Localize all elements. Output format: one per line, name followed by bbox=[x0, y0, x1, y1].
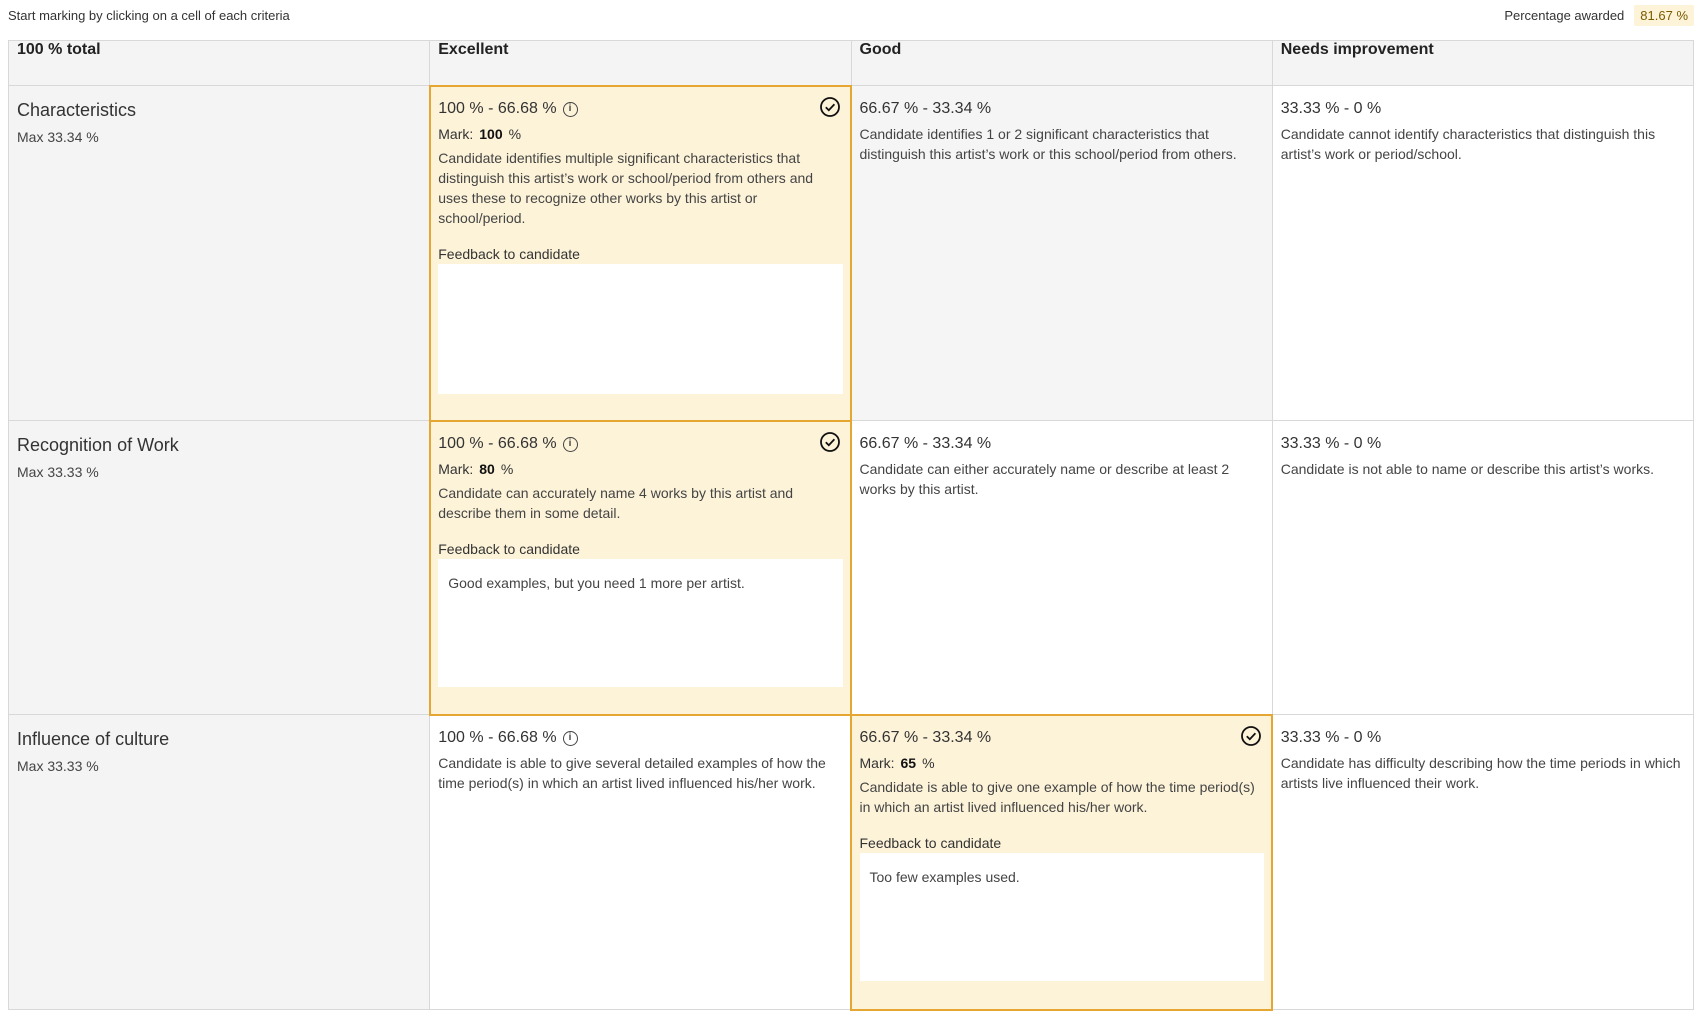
level-range: 66.67 % - 33.34 % bbox=[860, 435, 1264, 453]
level-description: Candidate identifies 1 or 2 significant … bbox=[859, 126, 1237, 162]
level-description: Candidate is not able to name or describ… bbox=[1280, 461, 1655, 477]
level-range-text: 33.33 % - 0 % bbox=[1280, 435, 1382, 452]
level-cell-good[interactable]: 66.67 % - 33.34 % Candidate can either a… bbox=[850, 420, 1273, 715]
mark-label: Mark: bbox=[438, 461, 474, 477]
mark-unit: % bbox=[500, 461, 514, 477]
header-total: 100 % total bbox=[7, 40, 431, 86]
level-range: 33.33 % - 0 % bbox=[1281, 435, 1685, 453]
check-circle-icon bbox=[819, 97, 840, 117]
feedback-label: Feedback to candidate bbox=[859, 835, 1002, 851]
level-cell-needs-improvement[interactable]: 33.33 % - 0 % Candidate cannot identify … bbox=[1271, 85, 1695, 421]
level-range: 66.67 % - 33.34 % bbox=[860, 100, 1264, 118]
criterion-row-characteristics: Characteristics Max 33.34 % 100 % - 66.6… bbox=[7, 84, 1695, 422]
level-range: 33.33 % - 0 % bbox=[1281, 729, 1685, 747]
feedback-textarea[interactable]: Too few examples used. bbox=[859, 853, 1264, 981]
level-range-text: 100 % - 66.68 % bbox=[438, 100, 557, 117]
mark-input[interactable]: 100 bbox=[479, 126, 502, 142]
level-description: Candidate identifies multiple significan… bbox=[438, 150, 814, 226]
criterion-cell: Recognition of Work Max 33.33 % bbox=[7, 420, 431, 715]
level-range-text: 33.33 % - 0 % bbox=[1280, 100, 1382, 117]
criterion-row-influence-of-culture: Influence of culture Max 33.33 % 100 % -… bbox=[7, 713, 1695, 1011]
level-range-text: 66.67 % - 33.34 % bbox=[859, 729, 992, 746]
criterion-name: Characteristics bbox=[17, 100, 137, 120]
level-description: Candidate cannot identify characteristic… bbox=[1280, 126, 1656, 162]
check-circle-icon bbox=[819, 432, 840, 452]
level-cell-excellent[interactable]: 100 % - 66.68 % i Mark: 80% Candidate can … bbox=[428, 419, 853, 716]
level-range-text: 66.67 % - 33.34 % bbox=[859, 435, 992, 452]
level-range: 33.33 % - 0 % bbox=[1281, 100, 1685, 118]
criterion-max: Max 33.33 % bbox=[17, 758, 99, 774]
level-range: 100 % - 66.68 % i bbox=[438, 729, 842, 747]
level-cell-good[interactable]: 66.67 % - 33.34 % Candidate identifies 1… bbox=[850, 85, 1273, 421]
level-description: Candidate is able to give one example of… bbox=[859, 779, 1255, 815]
rubric-table: 100 % total Excellent Good Needs improve… bbox=[7, 40, 1695, 1011]
criterion-name: Recognition of Work bbox=[17, 435, 179, 455]
feedback-label: Feedback to candidate bbox=[438, 541, 580, 557]
mark-line: Mark: 100% bbox=[438, 126, 842, 142]
header-good: Good bbox=[850, 40, 1273, 86]
level-range: 100 % - 66.68 % i bbox=[438, 100, 842, 118]
level-cell-needs-improvement[interactable]: 33.33 % - 0 % Candidate is not able to n… bbox=[1271, 420, 1695, 715]
level-description: Candidate is able to give several detail… bbox=[438, 755, 826, 791]
percentage-awarded-value: 81.67 % bbox=[1634, 5, 1694, 26]
level-cell-good[interactable]: 66.67 % - 33.34 % Mark: 65% Candidate is … bbox=[849, 713, 1274, 1011]
percentage-awarded: Percentage awarded 81.67 % bbox=[1504, 5, 1694, 26]
criterion-max: Max 33.34 % bbox=[17, 129, 99, 145]
rubric-toolbar: Start marking by clicking on a cell of e… bbox=[8, 0, 1694, 30]
level-range-text: 66.67 % - 33.34 % bbox=[859, 100, 992, 117]
rubric-header-row: 100 % total Excellent Good Needs improve… bbox=[7, 40, 1695, 86]
feedback-label: Feedback to candidate bbox=[438, 246, 580, 262]
criterion-cell: Influence of culture Max 33.33 % bbox=[7, 714, 431, 1010]
info-icon[interactable]: i bbox=[562, 730, 578, 746]
criterion-name: Influence of culture bbox=[17, 729, 170, 749]
level-range-text: 100 % - 66.68 % bbox=[438, 435, 557, 452]
level-range: 66.67 % - 33.34 % bbox=[860, 729, 1264, 747]
info-icon[interactable]: i bbox=[562, 436, 578, 452]
header-needs-improvement: Needs improvement bbox=[1271, 40, 1695, 86]
criterion-max: Max 33.33 % bbox=[17, 464, 99, 480]
mark-input[interactable]: 65 bbox=[901, 755, 917, 771]
level-description: Candidate has difficulty describing how … bbox=[1280, 755, 1681, 791]
mark-label: Mark: bbox=[438, 126, 474, 142]
level-description: Candidate can either accurately name or … bbox=[859, 461, 1230, 497]
check-circle-icon bbox=[1240, 726, 1261, 746]
percentage-awarded-label: Percentage awarded bbox=[1504, 8, 1625, 23]
mark-label: Mark: bbox=[859, 755, 895, 771]
header-excellent: Excellent bbox=[429, 40, 852, 86]
mark-input[interactable]: 80 bbox=[479, 461, 495, 477]
mark-unit: % bbox=[508, 126, 522, 142]
mark-line: Mark: 80% bbox=[438, 461, 842, 477]
criterion-row-recognition-of-work: Recognition of Work Max 33.33 % 100 % - … bbox=[7, 419, 1695, 716]
criterion-cell: Characteristics Max 33.34 % bbox=[7, 85, 431, 421]
level-cell-excellent[interactable]: 100 % - 66.68 % i Candidate is able to gi… bbox=[429, 714, 852, 1010]
mark-line: Mark: 65% bbox=[860, 755, 1264, 771]
level-cell-needs-improvement[interactable]: 33.33 % - 0 % Candidate has difficulty d… bbox=[1271, 714, 1695, 1010]
level-range-text: 33.33 % - 0 % bbox=[1280, 729, 1382, 746]
info-icon[interactable]: i bbox=[562, 101, 578, 117]
feedback-textarea[interactable]: Good examples, but you need 1 more per a… bbox=[438, 559, 843, 687]
level-range-text: 100 % - 66.68 % bbox=[438, 729, 557, 746]
mark-unit: % bbox=[922, 755, 935, 771]
feedback-textarea[interactable] bbox=[438, 264, 843, 394]
level-cell-excellent[interactable]: 100 % - 66.68 % i Mark: 100% Candidate ide… bbox=[428, 84, 853, 422]
level-range: 100 % - 66.68 % i bbox=[438, 435, 842, 453]
marking-instruction: Start marking by clicking on a cell of e… bbox=[8, 8, 290, 23]
level-description: Candidate can accurately name 4 works by… bbox=[438, 485, 794, 521]
